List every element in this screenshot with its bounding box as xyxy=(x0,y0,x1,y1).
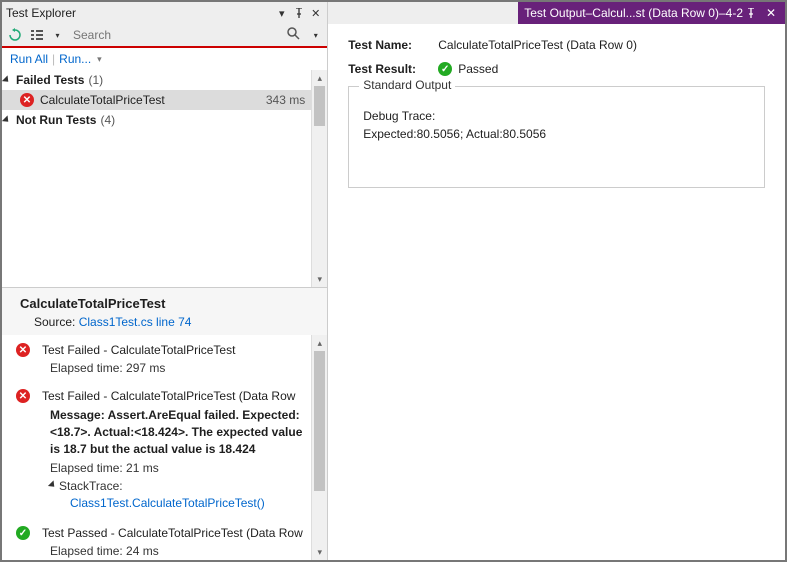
test-time: 343 ms xyxy=(266,93,309,107)
test-row[interactable]: ✕ CalculateTotalPriceTest 343 ms xyxy=(2,90,327,110)
test-result-label: Test Result: xyxy=(348,62,438,76)
stacktrace-link[interactable]: Class1Test.CalculateTotalPriceTest() xyxy=(70,496,309,510)
run-all-link[interactable]: Run All xyxy=(10,52,48,66)
test-output-body: Test Name: CalculateTotalPriceTest (Data… xyxy=(328,24,785,560)
scroll-down-icon[interactable]: ▾ xyxy=(312,544,327,560)
run-bar: Run All | Run... ▾ xyxy=(2,48,327,70)
test-detail-list: ✕ Test Failed - CalculateTotalPriceTest … xyxy=(2,335,327,560)
failed-tests-group[interactable]: Failed Tests (1) xyxy=(2,70,327,90)
result-item-passed: ✓ Test Passed - CalculateTotalPriceTest … xyxy=(2,522,327,560)
source-link[interactable]: Class1Test.cs line 74 xyxy=(79,315,192,329)
elapsed-time: Elapsed time: 24 ms xyxy=(50,544,309,558)
scrollbar[interactable]: ▴ ▾ xyxy=(311,70,327,287)
result-status: Test Failed - CalculateTotalPriceTest (D… xyxy=(42,389,309,403)
group-count: (4) xyxy=(100,113,115,127)
group-label: Not Run Tests xyxy=(16,113,96,127)
result-status: Test Failed - CalculateTotalPriceTest xyxy=(42,343,309,357)
pin-icon[interactable] xyxy=(743,5,759,21)
test-name-label: Test Name: xyxy=(348,38,438,52)
result-item-failed: ✕ Test Failed - CalculateTotalPriceTest … xyxy=(2,385,327,512)
test-explorer-panel: Test Explorer ▾ ✕ ▾ ▾ Run All | Run... ▾ xyxy=(2,2,328,560)
panel-title: Test Explorer xyxy=(6,6,274,20)
pass-icon: ✓ xyxy=(16,526,30,540)
fail-icon: ✕ xyxy=(16,389,30,403)
run-menu-link[interactable]: Run... xyxy=(59,52,91,66)
source-label: Source: xyxy=(34,315,75,329)
tab-title: Test Output–Calcul...st (Data Row 0)–4-2 xyxy=(524,6,743,20)
test-name: CalculateTotalPriceTest xyxy=(40,93,266,107)
test-explorer-toolbar: ▾ ▾ xyxy=(2,24,327,48)
trace-line: Expected:80.5056; Actual:80.5056 xyxy=(363,125,750,143)
expand-icon xyxy=(48,481,57,490)
detail-title: CalculateTotalPriceTest xyxy=(20,296,309,311)
search-input[interactable] xyxy=(69,26,282,44)
debug-trace-label: Debug Trace: xyxy=(363,107,750,125)
close-icon[interactable]: ✕ xyxy=(308,6,323,21)
scroll-thumb[interactable] xyxy=(314,86,325,126)
pin-icon[interactable] xyxy=(291,6,306,21)
separator: | xyxy=(52,52,55,66)
pass-icon: ✓ xyxy=(438,62,452,76)
assert-message: Message: Assert.AreEqual failed. Expecte… xyxy=(50,407,309,457)
result-item-failed: ✕ Test Failed - CalculateTotalPriceTest … xyxy=(2,339,327,377)
refresh-icon[interactable] xyxy=(6,26,24,44)
search-dropdown-icon[interactable]: ▾ xyxy=(308,28,323,43)
not-run-tests-group[interactable]: Not Run Tests (4) xyxy=(2,110,327,130)
scroll-up-icon[interactable]: ▴ xyxy=(312,70,327,86)
stacktrace-toggle[interactable]: StackTrace: xyxy=(50,479,309,493)
scrollbar[interactable]: ▴ ▾ xyxy=(311,335,327,560)
group-label: Failed Tests xyxy=(16,73,84,87)
standard-output-box: Standard Output Debug Trace: Expected:80… xyxy=(348,86,765,188)
run-dropdown-icon[interactable]: ▾ xyxy=(97,54,102,65)
elapsed-time: Elapsed time: 297 ms xyxy=(50,361,309,375)
result-status: Test Passed - CalculateTotalPriceTest (D… xyxy=(42,526,309,540)
fail-icon: ✕ xyxy=(16,343,30,357)
scroll-up-icon[interactable]: ▴ xyxy=(312,335,327,351)
search-icon[interactable] xyxy=(286,26,304,44)
group-by-dropdown-icon[interactable]: ▾ xyxy=(50,28,65,43)
group-count: (1) xyxy=(88,73,103,87)
standard-output-label: Standard Output xyxy=(359,78,455,92)
window-menu-icon[interactable]: ▾ xyxy=(274,6,289,21)
expand-icon xyxy=(2,115,11,124)
group-by-icon[interactable] xyxy=(28,26,46,44)
fail-icon: ✕ xyxy=(20,93,34,107)
left-titlebar: Test Explorer ▾ ✕ xyxy=(2,2,327,24)
elapsed-time: Elapsed time: 21 ms xyxy=(50,461,309,475)
test-output-panel: Test Output–Calcul...st (Data Row 0)–4-2… xyxy=(328,2,785,560)
scroll-down-icon[interactable]: ▾ xyxy=(312,271,327,287)
test-name-value: CalculateTotalPriceTest (Data Row 0) xyxy=(438,38,637,52)
close-icon[interactable]: ✕ xyxy=(763,5,779,21)
expand-icon xyxy=(2,75,11,84)
scroll-thumb[interactable] xyxy=(314,351,325,491)
test-tree: Failed Tests (1) ✕ CalculateTotalPriceTe… xyxy=(2,70,327,287)
test-result-value: Passed xyxy=(458,62,498,76)
right-tab[interactable]: Test Output–Calcul...st (Data Row 0)–4-2… xyxy=(518,2,785,24)
test-detail-header: CalculateTotalPriceTest Source: Class1Te… xyxy=(2,287,327,335)
